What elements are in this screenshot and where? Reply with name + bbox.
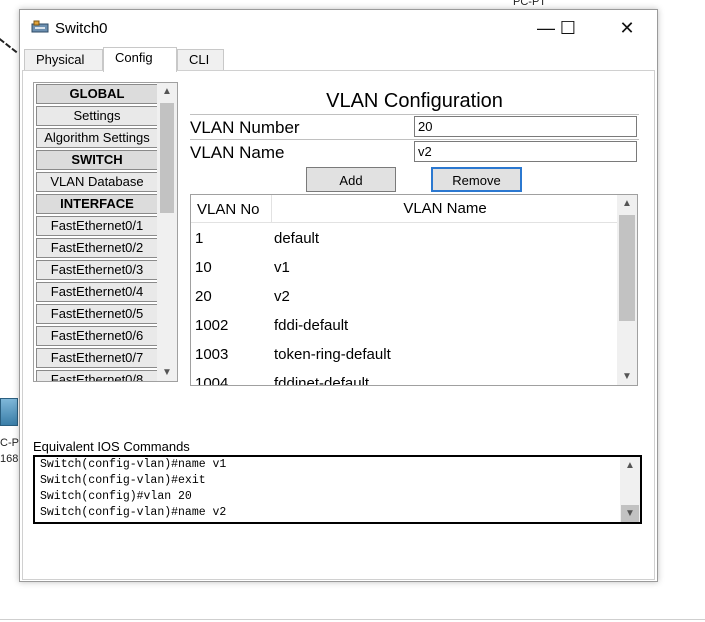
table-row[interactable]: 20 v2 <box>191 282 618 311</box>
tab-bar: Physical Config CLI <box>22 47 655 72</box>
workspace-pc-label: C-P <box>0 437 19 449</box>
vlan-no-cell: 20 <box>195 288 212 305</box>
maximize-button[interactable]: ☐ <box>548 16 588 42</box>
ios-command-lines: Switch(config-vlan)#name v1 Switch(config… <box>40 457 227 522</box>
switch-app-icon <box>31 19 49 35</box>
vlan-name-label: VLAN Name <box>190 143 285 162</box>
vlan-name-cell: v2 <box>274 288 290 305</box>
sidebar-section-header: GLOBAL <box>36 84 158 104</box>
switch-config-window: Switch0 — ☐ ✕ Physical Config CLI GLOBAL… <box>19 9 658 582</box>
ios-command-line: Switch(config)#vlan 20 <box>40 490 192 503</box>
ios-commands-console[interactable]: Switch(config-vlan)#name v1 Switch(config… <box>33 455 642 524</box>
vlan-no-cell: 1003 <box>195 346 229 363</box>
ios-command-line: Switch(config-vlan)#name v1 <box>40 458 227 471</box>
workspace-divider <box>0 619 705 620</box>
vlan-no-cell: 1 <box>195 230 204 247</box>
window-title: Switch0 <box>55 20 108 37</box>
chevron-up-icon[interactable]: ▲ <box>157 83 177 100</box>
tab-config[interactable]: Config <box>103 47 177 72</box>
table-row[interactable]: 10 v1 <box>191 253 618 282</box>
sidebar-section-header: SWITCH <box>36 150 158 170</box>
ios-command-line: Switch(config-vlan)#exit <box>40 521 226 522</box>
vlan-name-cell: token-ring-default <box>274 346 391 363</box>
table-row[interactable]: 1004 fddinet-default <box>191 369 618 386</box>
chevron-down-icon[interactable]: ▼ <box>157 364 177 381</box>
workspace-pc-icon[interactable] <box>0 398 18 426</box>
console-scrollbar[interactable]: ▲ ▼ <box>620 457 640 522</box>
sidebar-item[interactable]: Settings <box>36 106 158 126</box>
vlan-name-cell: default <box>274 230 320 247</box>
vlan-name-cell: fddinet-default <box>274 375 370 386</box>
sidebar-item[interactable]: FastEthernet0/1 <box>36 216 158 236</box>
sidebar-scrollbar[interactable]: ▲ ▼ <box>157 83 177 381</box>
workspace-pc-ip: 168 <box>0 453 19 465</box>
vlan-number-label: VLAN Number <box>190 118 300 137</box>
vlan-name-cell: v1 <box>274 259 290 276</box>
chevron-down-icon[interactable]: ▼ <box>620 505 640 522</box>
table-row[interactable]: 1 default <box>191 224 618 253</box>
title-bar[interactable]: Switch0 — ☐ ✕ <box>20 10 657 46</box>
vlan-table-body: 1 default 10 v1 20 v2 1002 fddi-default 1003 toke… <box>191 224 618 386</box>
add-button[interactable]: Add <box>306 167 396 192</box>
sidebar-item[interactable]: FastEthernet0/3 <box>36 260 158 280</box>
sidebar-item[interactable]: FastEthernet0/8 <box>36 370 158 381</box>
vlan-config-title: VLAN Configuration <box>326 90 503 112</box>
sidebar-item[interactable]: FastEthernet0/4 <box>36 282 158 302</box>
chevron-up-icon[interactable]: ▲ <box>617 195 637 212</box>
table-row[interactable]: 1002 fddi-default <box>191 311 618 340</box>
vlan-name-input[interactable] <box>414 141 637 162</box>
ios-command-line: Switch(config-vlan)#exit <box>40 474 206 487</box>
sidebar-item[interactable]: VLAN Database <box>36 172 158 192</box>
ios-command-line: Switch(config-vlan)#name v2 <box>40 506 227 519</box>
vlan-table-scroll-thumb[interactable] <box>619 215 635 321</box>
vlan-table-header: VLAN No VLAN Name <box>191 195 618 223</box>
title-divider <box>190 114 639 115</box>
sidebar-item[interactable]: FastEthernet0/7 <box>36 348 158 368</box>
remove-button[interactable]: Remove <box>431 167 522 192</box>
sidebar-list: GLOBAL Settings Algorithm Settings SWITCH VL… <box>35 84 158 381</box>
ios-commands-label: Equivalent IOS Commands <box>33 439 190 454</box>
vlan-table: VLAN No VLAN Name 1 default 10 v1 20 v2 1002 fd… <box>190 194 638 386</box>
field-divider <box>190 139 639 140</box>
sidebar-item[interactable]: Algorithm Settings <box>36 128 158 148</box>
column-vlan-name[interactable]: VLAN Name <box>271 195 618 223</box>
workspace-device-label: PC-PT <box>513 0 546 8</box>
vlan-name-cell: fddi-default <box>274 317 349 334</box>
sidebar-item[interactable]: FastEthernet0/5 <box>36 304 158 324</box>
sidebar-item[interactable]: FastEthernet0/6 <box>36 326 158 346</box>
table-row[interactable]: 1003 token-ring-default <box>191 340 618 369</box>
column-vlan-no[interactable]: VLAN No <box>197 201 260 218</box>
sidebar-section-header: INTERFACE <box>36 194 158 214</box>
vlan-no-cell: 10 <box>195 259 212 276</box>
vlan-no-cell: 1004 <box>195 375 229 386</box>
sidebar-scroll-thumb[interactable] <box>160 103 174 213</box>
vlan-table-scrollbar[interactable]: ▲ ▼ <box>617 195 637 385</box>
close-button[interactable]: ✕ <box>607 16 647 42</box>
chevron-down-icon[interactable]: ▼ <box>617 368 637 385</box>
tab-physical[interactable]: Physical <box>24 49 103 71</box>
sidebar-item[interactable]: FastEthernet0/2 <box>36 238 158 258</box>
chevron-up-icon[interactable]: ▲ <box>620 457 640 474</box>
tab-cli[interactable]: CLI <box>177 49 224 71</box>
vlan-no-cell: 1002 <box>195 317 229 334</box>
vlan-number-input[interactable] <box>414 116 637 137</box>
workspace-cable <box>0 38 18 54</box>
config-sidebar: GLOBAL Settings Algorithm Settings SWITCH VL… <box>33 82 178 382</box>
